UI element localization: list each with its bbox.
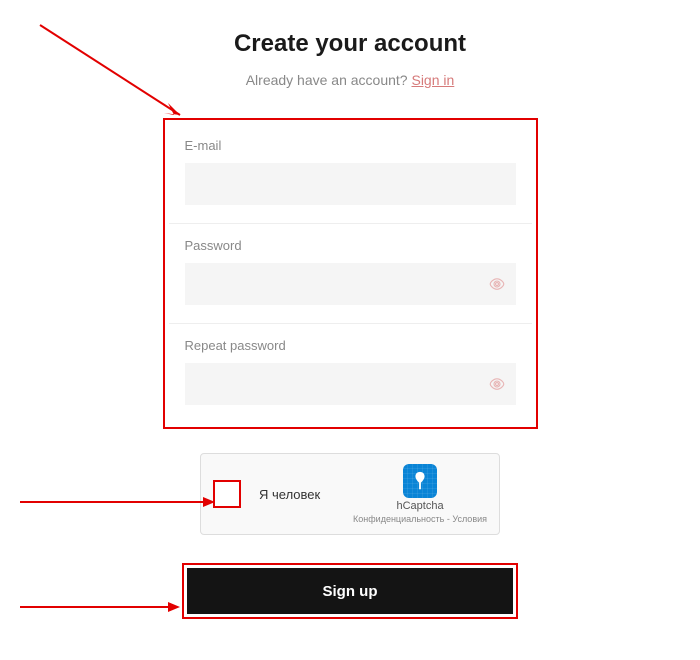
password-label: Password <box>185 238 516 253</box>
repeat-password-group: Repeat password <box>169 323 532 423</box>
email-label: E-mail <box>185 138 516 153</box>
form-fields-box: E-mail Password Repeat password <box>163 118 538 429</box>
subtitle: Already have an account? Sign in <box>246 72 455 88</box>
eye-icon[interactable] <box>488 275 506 293</box>
signin-link[interactable]: Sign in <box>411 72 454 88</box>
hcaptcha-widget: Я человек hCaptcha Конфиденциальность - … <box>200 453 500 535</box>
signup-form-container: Create your account Already have an acco… <box>0 0 700 649</box>
subtitle-text: Already have an account? <box>246 72 412 88</box>
email-group: E-mail <box>169 124 532 223</box>
page-title: Create your account <box>234 30 466 58</box>
captcha-legal: Конфиденциальность - Условия <box>353 514 487 524</box>
captcha-brand-name: hCaptcha <box>396 500 443 512</box>
password-group: Password <box>169 223 532 323</box>
repeat-password-input-wrap <box>185 363 516 405</box>
signup-button-highlight: Sign up <box>182 563 518 619</box>
captcha-checkbox[interactable] <box>213 480 241 508</box>
eye-icon[interactable] <box>488 375 506 393</box>
repeat-password-label: Repeat password <box>185 338 516 353</box>
hcaptcha-logo-icon <box>403 464 437 498</box>
signup-button[interactable]: Sign up <box>187 568 513 614</box>
email-field[interactable] <box>195 163 506 205</box>
captcha-terms-link[interactable]: Условия <box>452 514 487 524</box>
repeat-password-field[interactable] <box>195 363 488 405</box>
password-field[interactable] <box>195 263 488 305</box>
email-input-wrap <box>185 163 516 205</box>
captcha-privacy-link[interactable]: Конфиденциальность <box>353 514 444 524</box>
password-input-wrap <box>185 263 516 305</box>
captcha-label: Я человек <box>259 487 353 502</box>
captcha-brand: hCaptcha Конфиденциальность - Условия <box>353 464 487 524</box>
